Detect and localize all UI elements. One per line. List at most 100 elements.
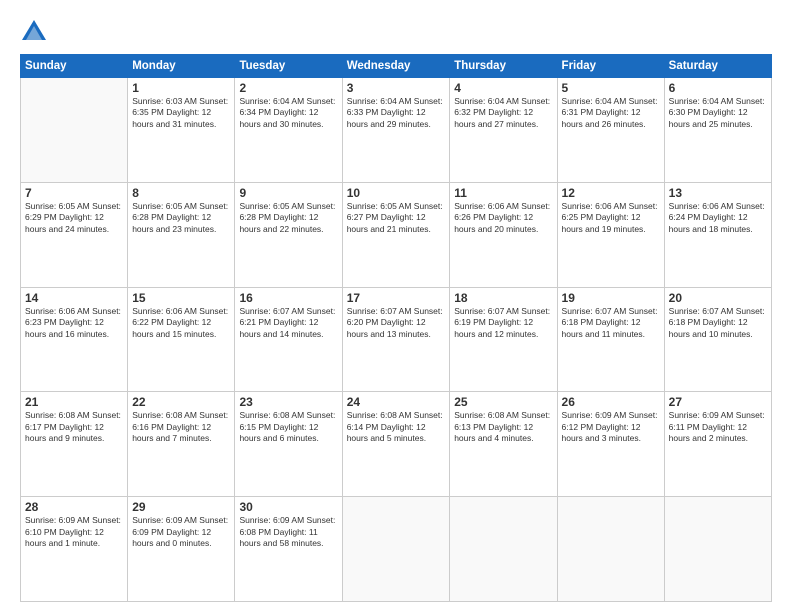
weekday-header: Thursday	[450, 55, 557, 78]
calendar-cell: 7Sunrise: 6:05 AM Sunset: 6:29 PM Daylig…	[21, 182, 128, 287]
day-number: 24	[347, 395, 446, 409]
day-number: 21	[25, 395, 123, 409]
header	[20, 18, 772, 46]
day-number: 7	[25, 186, 123, 200]
calendar-header-row: SundayMondayTuesdayWednesdayThursdayFrid…	[21, 55, 772, 78]
day-number: 1	[132, 81, 230, 95]
calendar-cell: 16Sunrise: 6:07 AM Sunset: 6:21 PM Dayli…	[235, 287, 342, 392]
day-number: 10	[347, 186, 446, 200]
day-detail: Sunrise: 6:08 AM Sunset: 6:15 PM Dayligh…	[239, 410, 337, 444]
day-detail: Sunrise: 6:08 AM Sunset: 6:14 PM Dayligh…	[347, 410, 446, 444]
calendar: SundayMondayTuesdayWednesdayThursdayFrid…	[20, 54, 772, 602]
weekday-header: Sunday	[21, 55, 128, 78]
calendar-cell	[557, 497, 664, 602]
day-number: 27	[669, 395, 767, 409]
calendar-cell: 20Sunrise: 6:07 AM Sunset: 6:18 PM Dayli…	[664, 287, 771, 392]
day-detail: Sunrise: 6:09 AM Sunset: 6:09 PM Dayligh…	[132, 515, 230, 549]
logo-icon	[20, 18, 48, 46]
day-detail: Sunrise: 6:07 AM Sunset: 6:19 PM Dayligh…	[454, 306, 552, 340]
day-number: 29	[132, 500, 230, 514]
logo	[20, 18, 52, 46]
day-number: 9	[239, 186, 337, 200]
calendar-cell: 8Sunrise: 6:05 AM Sunset: 6:28 PM Daylig…	[128, 182, 235, 287]
day-detail: Sunrise: 6:04 AM Sunset: 6:32 PM Dayligh…	[454, 96, 552, 130]
calendar-cell: 25Sunrise: 6:08 AM Sunset: 6:13 PM Dayli…	[450, 392, 557, 497]
calendar-cell: 27Sunrise: 6:09 AM Sunset: 6:11 PM Dayli…	[664, 392, 771, 497]
day-number: 23	[239, 395, 337, 409]
day-number: 17	[347, 291, 446, 305]
day-detail: Sunrise: 6:03 AM Sunset: 6:35 PM Dayligh…	[132, 96, 230, 130]
day-number: 16	[239, 291, 337, 305]
day-number: 28	[25, 500, 123, 514]
calendar-cell: 6Sunrise: 6:04 AM Sunset: 6:30 PM Daylig…	[664, 78, 771, 183]
day-detail: Sunrise: 6:06 AM Sunset: 6:25 PM Dayligh…	[562, 201, 660, 235]
day-number: 22	[132, 395, 230, 409]
calendar-cell: 12Sunrise: 6:06 AM Sunset: 6:25 PM Dayli…	[557, 182, 664, 287]
calendar-cell: 13Sunrise: 6:06 AM Sunset: 6:24 PM Dayli…	[664, 182, 771, 287]
calendar-cell: 21Sunrise: 6:08 AM Sunset: 6:17 PM Dayli…	[21, 392, 128, 497]
day-detail: Sunrise: 6:08 AM Sunset: 6:13 PM Dayligh…	[454, 410, 552, 444]
calendar-cell	[342, 497, 450, 602]
calendar-cell: 30Sunrise: 6:09 AM Sunset: 6:08 PM Dayli…	[235, 497, 342, 602]
day-detail: Sunrise: 6:09 AM Sunset: 6:10 PM Dayligh…	[25, 515, 123, 549]
weekday-header: Saturday	[664, 55, 771, 78]
day-number: 19	[562, 291, 660, 305]
day-number: 26	[562, 395, 660, 409]
day-number: 14	[25, 291, 123, 305]
calendar-row: 14Sunrise: 6:06 AM Sunset: 6:23 PM Dayli…	[21, 287, 772, 392]
calendar-cell: 23Sunrise: 6:08 AM Sunset: 6:15 PM Dayli…	[235, 392, 342, 497]
calendar-cell	[450, 497, 557, 602]
weekday-header: Tuesday	[235, 55, 342, 78]
weekday-header: Friday	[557, 55, 664, 78]
calendar-row: 7Sunrise: 6:05 AM Sunset: 6:29 PM Daylig…	[21, 182, 772, 287]
day-detail: Sunrise: 6:08 AM Sunset: 6:16 PM Dayligh…	[132, 410, 230, 444]
day-number: 8	[132, 186, 230, 200]
calendar-row: 21Sunrise: 6:08 AM Sunset: 6:17 PM Dayli…	[21, 392, 772, 497]
day-detail: Sunrise: 6:06 AM Sunset: 6:26 PM Dayligh…	[454, 201, 552, 235]
weekday-header: Wednesday	[342, 55, 450, 78]
day-detail: Sunrise: 6:09 AM Sunset: 6:12 PM Dayligh…	[562, 410, 660, 444]
day-number: 12	[562, 186, 660, 200]
day-detail: Sunrise: 6:08 AM Sunset: 6:17 PM Dayligh…	[25, 410, 123, 444]
calendar-cell: 24Sunrise: 6:08 AM Sunset: 6:14 PM Dayli…	[342, 392, 450, 497]
day-detail: Sunrise: 6:09 AM Sunset: 6:08 PM Dayligh…	[239, 515, 337, 549]
day-number: 3	[347, 81, 446, 95]
calendar-cell: 5Sunrise: 6:04 AM Sunset: 6:31 PM Daylig…	[557, 78, 664, 183]
page: SundayMondayTuesdayWednesdayThursdayFrid…	[0, 0, 792, 612]
calendar-cell: 10Sunrise: 6:05 AM Sunset: 6:27 PM Dayli…	[342, 182, 450, 287]
day-number: 18	[454, 291, 552, 305]
calendar-cell: 11Sunrise: 6:06 AM Sunset: 6:26 PM Dayli…	[450, 182, 557, 287]
day-number: 11	[454, 186, 552, 200]
calendar-cell: 28Sunrise: 6:09 AM Sunset: 6:10 PM Dayli…	[21, 497, 128, 602]
day-detail: Sunrise: 6:07 AM Sunset: 6:18 PM Dayligh…	[562, 306, 660, 340]
calendar-cell: 9Sunrise: 6:05 AM Sunset: 6:28 PM Daylig…	[235, 182, 342, 287]
day-number: 15	[132, 291, 230, 305]
day-number: 20	[669, 291, 767, 305]
calendar-cell: 26Sunrise: 6:09 AM Sunset: 6:12 PM Dayli…	[557, 392, 664, 497]
day-detail: Sunrise: 6:05 AM Sunset: 6:28 PM Dayligh…	[132, 201, 230, 235]
day-detail: Sunrise: 6:07 AM Sunset: 6:21 PM Dayligh…	[239, 306, 337, 340]
weekday-header: Monday	[128, 55, 235, 78]
calendar-cell: 19Sunrise: 6:07 AM Sunset: 6:18 PM Dayli…	[557, 287, 664, 392]
day-detail: Sunrise: 6:04 AM Sunset: 6:31 PM Dayligh…	[562, 96, 660, 130]
day-number: 5	[562, 81, 660, 95]
calendar-cell: 15Sunrise: 6:06 AM Sunset: 6:22 PM Dayli…	[128, 287, 235, 392]
calendar-cell	[664, 497, 771, 602]
day-number: 6	[669, 81, 767, 95]
day-number: 13	[669, 186, 767, 200]
day-detail: Sunrise: 6:05 AM Sunset: 6:27 PM Dayligh…	[347, 201, 446, 235]
day-detail: Sunrise: 6:07 AM Sunset: 6:18 PM Dayligh…	[669, 306, 767, 340]
day-number: 2	[239, 81, 337, 95]
day-detail: Sunrise: 6:09 AM Sunset: 6:11 PM Dayligh…	[669, 410, 767, 444]
day-detail: Sunrise: 6:07 AM Sunset: 6:20 PM Dayligh…	[347, 306, 446, 340]
calendar-cell: 17Sunrise: 6:07 AM Sunset: 6:20 PM Dayli…	[342, 287, 450, 392]
calendar-cell	[21, 78, 128, 183]
calendar-cell: 1Sunrise: 6:03 AM Sunset: 6:35 PM Daylig…	[128, 78, 235, 183]
calendar-cell: 18Sunrise: 6:07 AM Sunset: 6:19 PM Dayli…	[450, 287, 557, 392]
calendar-row: 1Sunrise: 6:03 AM Sunset: 6:35 PM Daylig…	[21, 78, 772, 183]
day-number: 25	[454, 395, 552, 409]
day-detail: Sunrise: 6:05 AM Sunset: 6:29 PM Dayligh…	[25, 201, 123, 235]
day-detail: Sunrise: 6:04 AM Sunset: 6:30 PM Dayligh…	[669, 96, 767, 130]
day-detail: Sunrise: 6:06 AM Sunset: 6:22 PM Dayligh…	[132, 306, 230, 340]
day-detail: Sunrise: 6:04 AM Sunset: 6:34 PM Dayligh…	[239, 96, 337, 130]
